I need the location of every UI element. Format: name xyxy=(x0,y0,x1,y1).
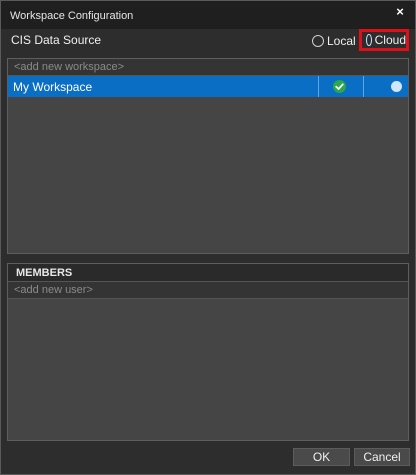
add-workspace-input[interactable]: <add new workspace> xyxy=(8,59,408,76)
data-source-row: CIS Data Source Local Cloud xyxy=(1,29,415,51)
members-header: MEMBERS xyxy=(8,264,408,282)
radio-cloud[interactable]: Cloud xyxy=(359,29,409,51)
radio-local-circle-icon xyxy=(312,35,324,47)
workspace-configuration-dialog: Workspace Configuration × CIS Data Sourc… xyxy=(0,0,416,475)
close-icon[interactable]: × xyxy=(393,5,407,19)
workspace-row[interactable]: My Workspace xyxy=(8,76,408,97)
title-bar: Workspace Configuration × xyxy=(1,1,415,29)
column-divider xyxy=(318,76,319,97)
data-source-label: CIS Data Source xyxy=(11,33,102,47)
add-user-input[interactable]: <add new user> xyxy=(8,282,408,299)
radio-cloud-label: Cloud xyxy=(374,33,406,47)
ok-button[interactable]: OK xyxy=(293,448,350,466)
column-divider xyxy=(363,76,364,97)
members-panel: MEMBERS <add new user> xyxy=(7,263,409,441)
workspace-name: My Workspace xyxy=(13,80,93,94)
radio-local[interactable]: Local xyxy=(312,31,356,51)
green-check-icon xyxy=(333,80,346,93)
workspace-list: <add new workspace> My Workspace xyxy=(7,58,409,254)
toggle-dot-icon[interactable] xyxy=(391,81,402,92)
cancel-button[interactable]: Cancel xyxy=(354,448,410,466)
radio-cloud-circle-icon xyxy=(366,34,372,46)
window-title: Workspace Configuration xyxy=(10,10,134,22)
radio-local-label: Local xyxy=(327,34,356,48)
